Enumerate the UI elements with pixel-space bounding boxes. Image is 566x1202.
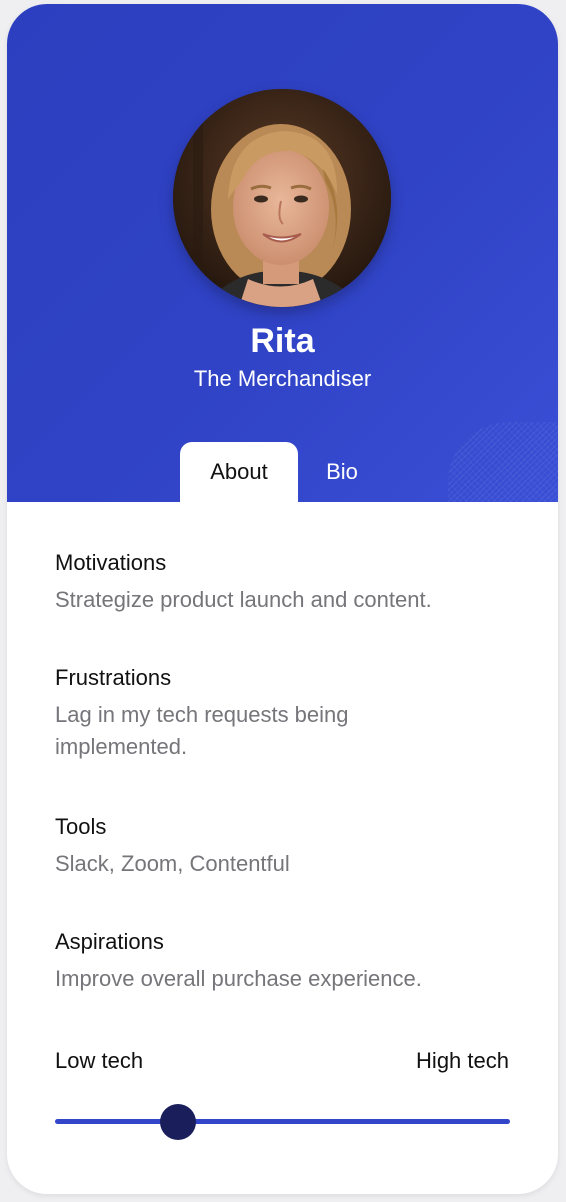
section-title: Motivations — [55, 550, 167, 575]
tab-about[interactable]: About — [180, 442, 298, 502]
section-motivations: Motivations Strategize product launch an… — [55, 548, 515, 616]
slider-track[interactable] — [55, 1119, 510, 1124]
persona-card: Rita The Merchandiser About Bio Motivati… — [7, 4, 558, 1194]
section-tools: Tools Slack, Zoom, Contentful — [55, 812, 515, 880]
tech-level-slider[interactable] — [55, 1104, 510, 1140]
woman-portrait-icon — [173, 89, 391, 307]
persona-role: The Merchandiser — [193, 366, 372, 391]
section-text: Improve overall purchase experience. — [55, 966, 422, 991]
section-text: Lag in my tech requests being implemente… — [55, 702, 349, 759]
section-title: Tools — [55, 814, 107, 839]
avatar — [173, 89, 391, 307]
section-text: Slack, Zoom, Contentful — [55, 851, 290, 876]
low-tech-label: Low tech — [55, 1048, 144, 1073]
decorative-pattern — [448, 422, 558, 502]
tab-bio[interactable]: Bio — [307, 442, 377, 502]
section-frustrations: Frustrations Lag in my tech requests bei… — [55, 663, 515, 763]
section-aspirations: Aspirations Improve overall purchase exp… — [55, 927, 515, 995]
persona-name: Rita — [250, 322, 315, 360]
slider-thumb[interactable] — [159, 1104, 196, 1140]
section-title: Frustrations — [55, 665, 172, 690]
section-text: Strategize product launch and content. — [55, 587, 432, 612]
high-tech-label: High tech — [416, 1048, 509, 1073]
profile-header: Rita The Merchandiser About Bio — [7, 4, 558, 502]
section-title: Aspirations — [55, 929, 164, 954]
